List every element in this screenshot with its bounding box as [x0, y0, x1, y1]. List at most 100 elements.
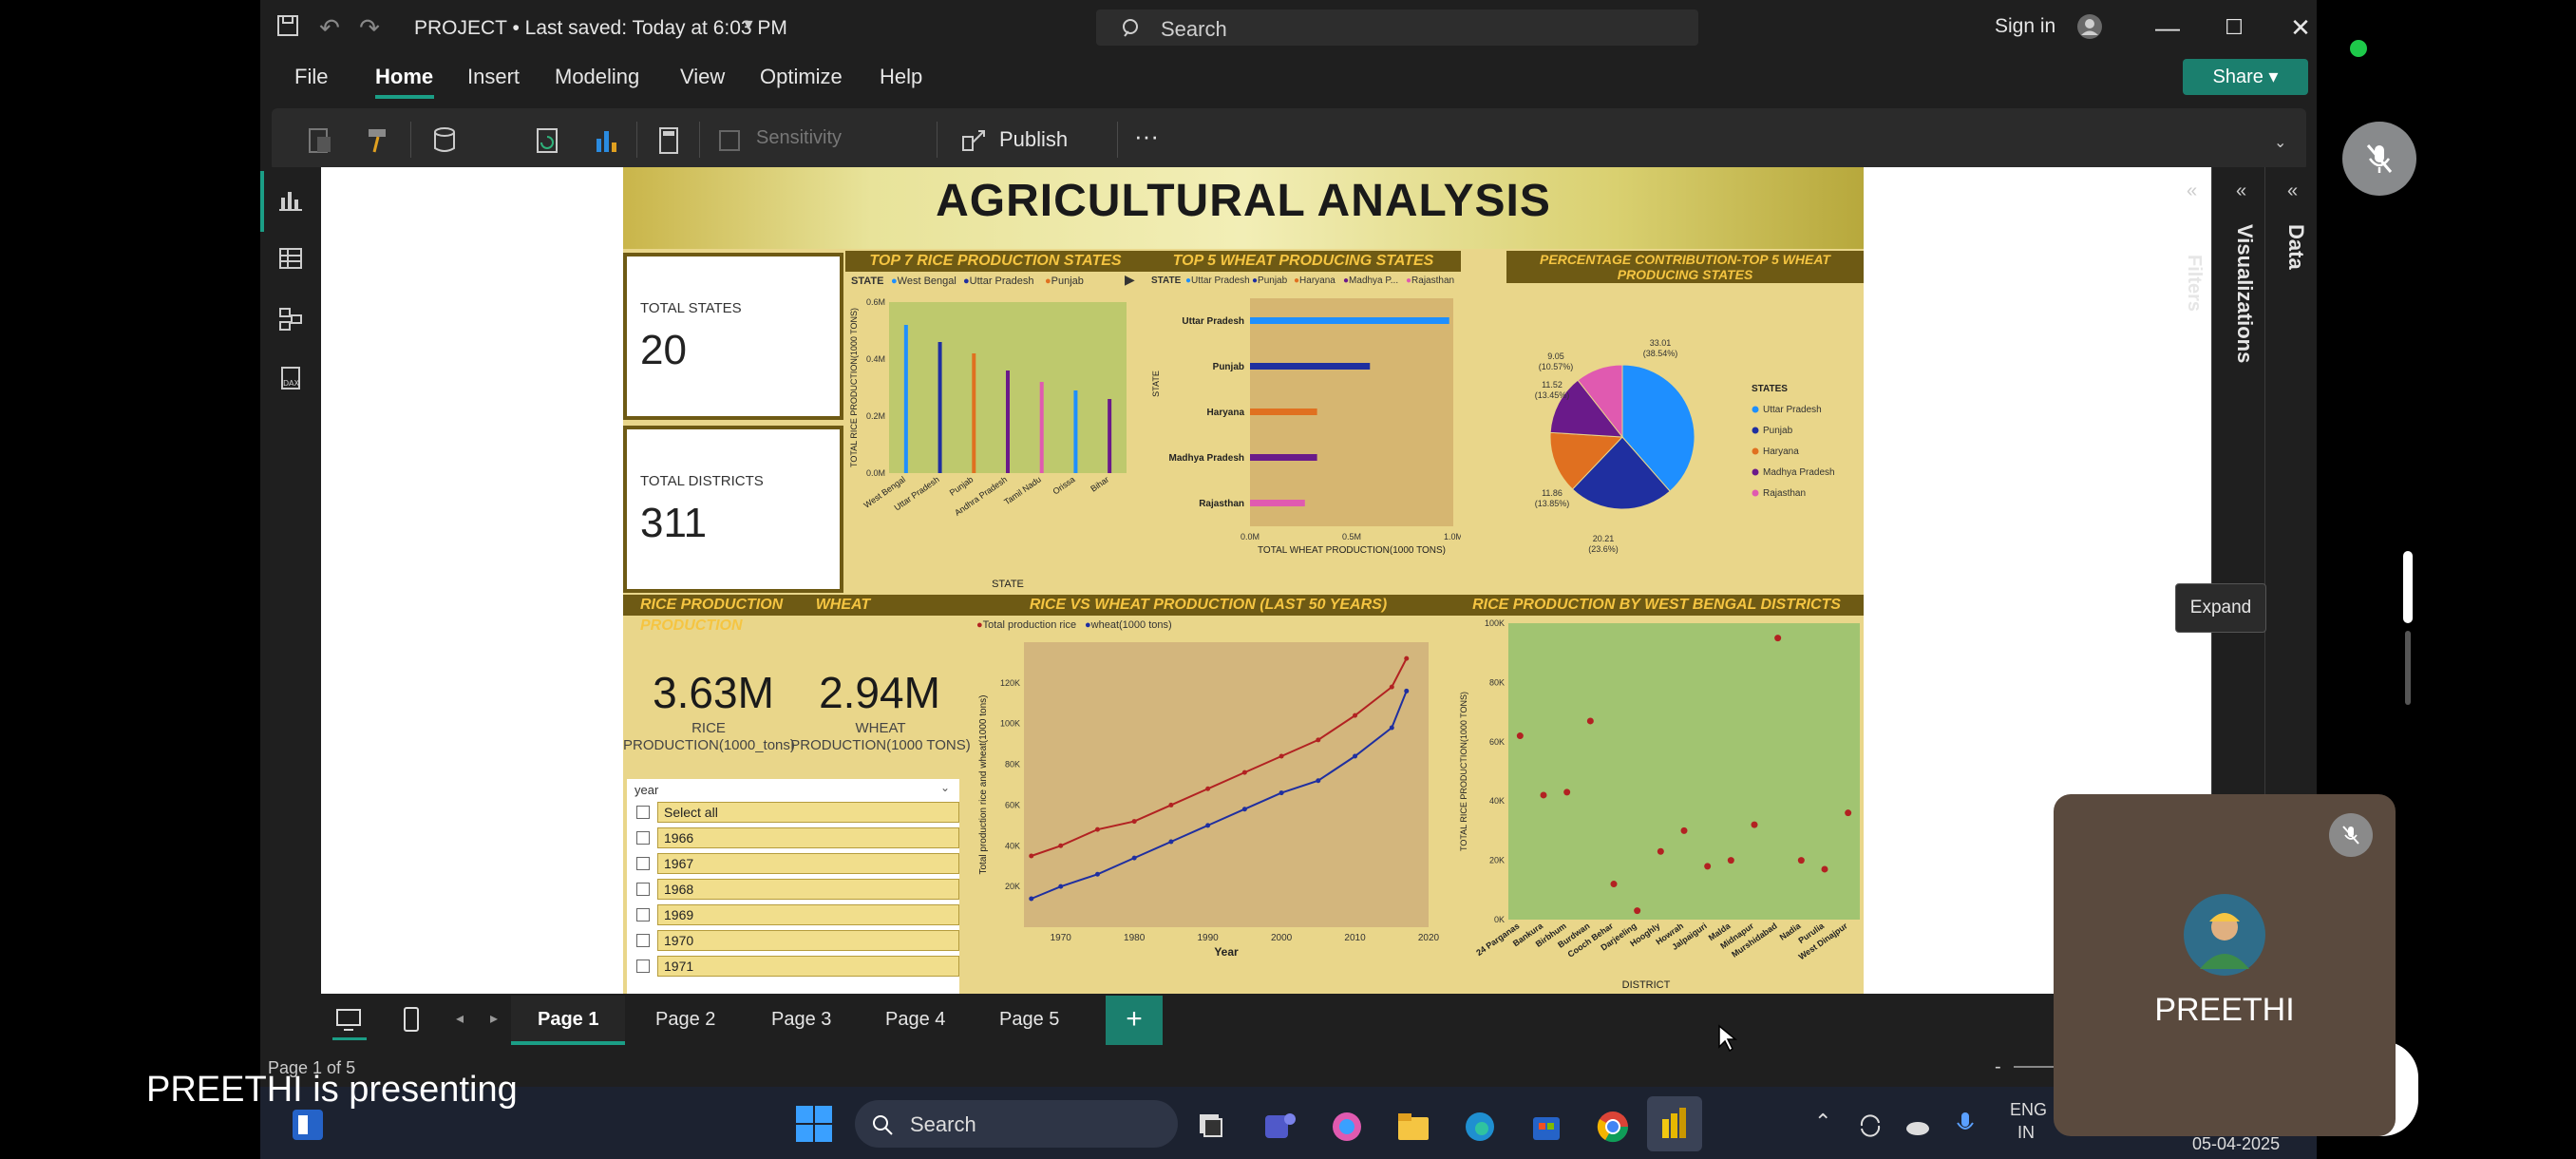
scatter-chart-visual[interactable]: 0K 20K 40K 60K 80K 100K 24 Parganas Bankura Birb… [1449, 616, 1864, 994]
checkbox[interactable] [636, 831, 650, 845]
series-point [1389, 684, 1394, 690]
checkbox[interactable] [636, 883, 650, 896]
slicer-item[interactable]: 1970 [636, 930, 959, 951]
legend-scroll-icon[interactable]: ▶ [1125, 272, 1135, 288]
checkbox[interactable] [636, 960, 650, 973]
collapse-ribbon-icon[interactable]: ⌄ [2274, 133, 2286, 152]
previous-page-icon[interactable]: ◂ [456, 1009, 464, 1028]
menu-insert[interactable]: Insert [467, 65, 520, 89]
slicer-item[interactable]: 1967 [636, 853, 959, 874]
menu-home[interactable]: Home [375, 65, 433, 89]
maximize-button[interactable]: ☐ [2215, 11, 2253, 44]
checkbox[interactable] [636, 857, 650, 870]
slicer-item[interactable]: 1969 [636, 904, 959, 925]
checkbox[interactable] [636, 908, 650, 922]
chevron-down-icon[interactable]: ▼ [741, 17, 756, 34]
onedrive-icon[interactable] [1904, 1112, 1932, 1140]
region-indicator[interactable]: IN [2017, 1123, 2035, 1143]
line-chart-visual[interactable]: ●Total production rice ●wheat(1000 tons)… [967, 616, 1449, 994]
store-icon[interactable] [1527, 1108, 1565, 1146]
share-button[interactable]: Share ▾ [2183, 59, 2308, 95]
next-page-icon[interactable]: ▸ [490, 1009, 498, 1028]
data-pane-label[interactable]: Data [2283, 224, 2308, 270]
search-box[interactable]: Search [1096, 10, 1698, 46]
page-tab-2[interactable]: Page 2 [655, 1009, 715, 1031]
model-view-icon[interactable] [277, 306, 304, 332]
sign-in-link[interactable]: Sign in [1995, 15, 2055, 38]
scroll-indicator[interactable] [2403, 551, 2413, 623]
slicer-item[interactable]: Select all [636, 802, 959, 823]
zoom-out-button[interactable]: - [1995, 1056, 2001, 1078]
widgets-icon[interactable] [289, 1106, 327, 1144]
chrome-icon[interactable] [1594, 1108, 1632, 1146]
avatar-icon[interactable] [2076, 13, 2103, 40]
undo-icon[interactable]: ↶ [315, 13, 344, 42]
more-options-button[interactable]: ··· [1134, 122, 1159, 151]
publish-button[interactable]: Publish [999, 127, 1068, 152]
powerbi-taskbar-tile[interactable] [1647, 1096, 1702, 1151]
close-button[interactable]: ✕ [2282, 11, 2317, 44]
page-tab-3[interactable]: Page 3 [771, 1009, 831, 1031]
menu-file[interactable]: File [294, 65, 328, 89]
report-view-icon[interactable] [277, 186, 304, 213]
checkbox[interactable] [636, 934, 650, 947]
data-collapse-icon[interactable]: « [2287, 180, 2298, 202]
show-hidden-icons[interactable]: ⌃ [1814, 1110, 1831, 1134]
file-explorer-icon[interactable] [1394, 1108, 1432, 1146]
pie-chart-visual[interactable]: 33.01 (38.54%) 20.21 (23.6%) 11.86 (13.85%) 11… [1461, 285, 1864, 593]
wheat-chart-visual[interactable]: STATE ●Uttar Pradesh ●Punjab ●Haryana ●M… [1146, 272, 1461, 593]
rice-chart-visual[interactable]: STATE ●West Bengal ●Uttar Pradesh ●Punja… [845, 272, 1146, 593]
page-tab-5[interactable]: Page 5 [999, 1009, 1059, 1031]
save-icon[interactable] [274, 13, 302, 42]
refresh-icon[interactable] [530, 124, 564, 158]
taskbar-search[interactable]: Search [855, 1100, 1178, 1148]
slicer-chevron-icon[interactable]: ⌄ [940, 781, 950, 794]
calculator-icon[interactable] [652, 124, 686, 158]
y-axis-label: STATE [1151, 370, 1161, 397]
mute-button[interactable] [2342, 122, 2416, 196]
page-tab-4[interactable]: Page 4 [885, 1009, 945, 1031]
sensitivity-icon[interactable] [712, 124, 747, 158]
sync-icon[interactable] [1856, 1112, 1885, 1140]
total-districts-card[interactable]: TOTAL DISTRICTS 311 [623, 426, 843, 593]
scatter-point [1586, 717, 1594, 725]
menu-view[interactable]: View [680, 65, 725, 89]
windows-start-icon[interactable] [794, 1104, 834, 1144]
teams-icon[interactable] [1261, 1108, 1299, 1146]
menu-help[interactable]: Help [880, 65, 922, 89]
slicer-item[interactable]: 1968 [636, 879, 959, 900]
edge-icon[interactable] [1461, 1108, 1499, 1146]
task-view-icon[interactable] [1197, 1112, 1225, 1140]
microphone-icon[interactable] [1951, 1110, 1979, 1138]
format-painter-icon[interactable] [361, 124, 395, 158]
add-page-button[interactable]: + [1106, 996, 1163, 1045]
filters-pane-label[interactable]: Filters [2183, 255, 2205, 312]
total-states-card[interactable]: TOTAL STATES 20 [623, 253, 843, 420]
minimize-button[interactable]: — [2149, 11, 2187, 44]
year-slicer[interactable]: year ⌄ Select all 1966 1967 1968 1969 19… [627, 779, 959, 994]
series-point [1058, 843, 1064, 848]
page-tab-1[interactable]: Page 1 [538, 1009, 598, 1031]
slicer-item[interactable]: 1966 [636, 827, 959, 848]
redo-icon[interactable]: ↷ [355, 13, 384, 42]
copilot-icon[interactable] [1328, 1108, 1366, 1146]
menu-modeling[interactable]: Modeling [555, 65, 639, 89]
slicer-item[interactable]: 1971 [636, 956, 959, 977]
desktop-layout-icon[interactable] [334, 1007, 363, 1034]
visualizations-pane-label[interactable]: Visualizations [2232, 224, 2257, 363]
sensitivity-label[interactable]: Sensitivity [756, 127, 842, 149]
language-indicator[interactable]: ENG [2010, 1100, 2047, 1120]
table-view-icon[interactable] [277, 245, 304, 272]
filters-collapse-icon[interactable]: « [2187, 180, 2197, 202]
get-data-icon[interactable] [429, 124, 464, 158]
menu-optimize[interactable]: Optimize [760, 65, 843, 89]
checkbox[interactable] [636, 806, 650, 819]
mobile-layout-icon[interactable] [401, 1005, 422, 1034]
visualizations-collapse-icon[interactable]: « [2236, 180, 2246, 202]
new-visual-icon[interactable] [589, 124, 623, 158]
publish-icon[interactable] [957, 124, 992, 158]
x-tick-label: Tamil Nadu [1002, 474, 1043, 506]
paste-icon[interactable] [304, 124, 338, 158]
x-tick-label: 1970 [1051, 933, 1072, 943]
dax-query-icon[interactable]: DAX [277, 365, 304, 391]
